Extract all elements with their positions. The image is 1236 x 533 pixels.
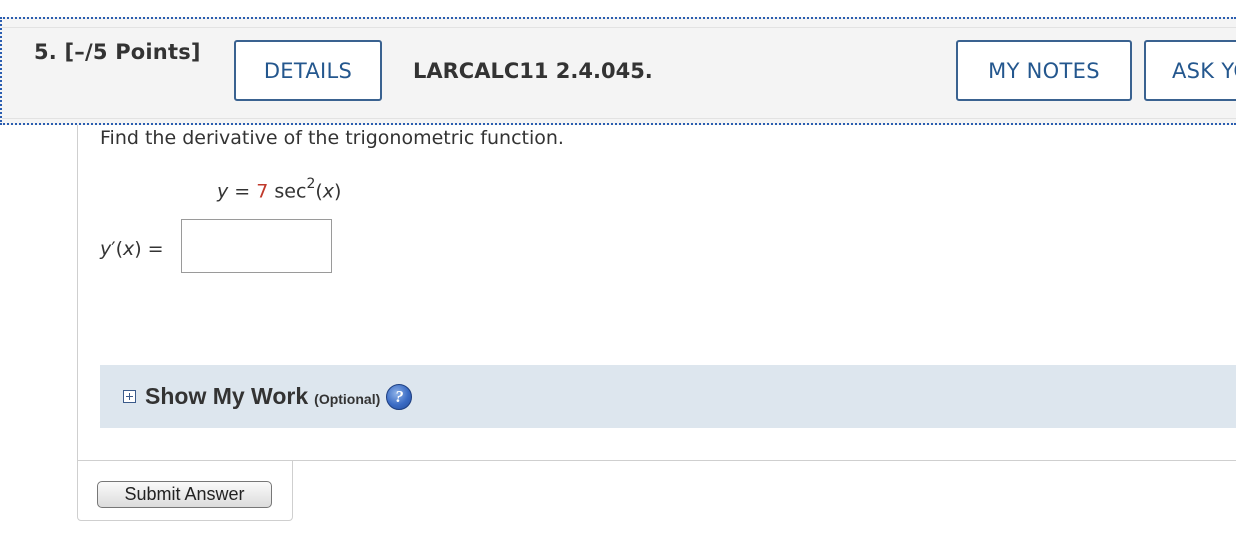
answer-label-close: ) = xyxy=(134,238,164,260)
show-my-work-toggle[interactable]: Show My Work (Optional) ? xyxy=(100,365,1236,428)
answer-label-var: y xyxy=(100,238,112,260)
equation-equals: = xyxy=(234,180,251,203)
equation-arg-var: x xyxy=(322,180,335,203)
answer-label: y′(x) = xyxy=(100,238,164,260)
answer-label-prime: ′( xyxy=(111,238,123,260)
equation-paren-open: ( xyxy=(315,180,323,203)
my-notes-button[interactable]: MY NOTES xyxy=(956,40,1132,101)
problem-prompt: Find the derivative of the trigonometric… xyxy=(100,127,564,149)
help-icon[interactable]: ? xyxy=(386,383,413,410)
ask-your-teacher-button[interactable]: ASK YOUR TEACHER xyxy=(1144,40,1236,101)
equation-function: sec xyxy=(274,180,307,203)
equation-paren-close: ) xyxy=(334,180,342,203)
problem-equation: y = 7 sec2(x) xyxy=(217,176,342,203)
body-bottom-divider xyxy=(292,460,1236,461)
equation-exponent: 2 xyxy=(306,176,316,192)
show-my-work-label: Show My Work xyxy=(145,383,309,409)
submit-answer-button[interactable]: Submit Answer xyxy=(97,481,272,508)
problem-code: LARCALC11 2.4.045. xyxy=(413,59,653,83)
question-number-points: 5. [–/5 Points] xyxy=(34,40,201,64)
expand-plus-icon[interactable] xyxy=(123,390,136,403)
equation-coefficient: 7 xyxy=(256,180,269,203)
answer-input[interactable] xyxy=(181,219,332,273)
optional-label: (Optional) xyxy=(314,390,381,407)
answer-label-x: x xyxy=(122,238,135,260)
equation-lhs: y xyxy=(217,180,229,203)
details-button[interactable]: DETAILS xyxy=(234,40,382,101)
